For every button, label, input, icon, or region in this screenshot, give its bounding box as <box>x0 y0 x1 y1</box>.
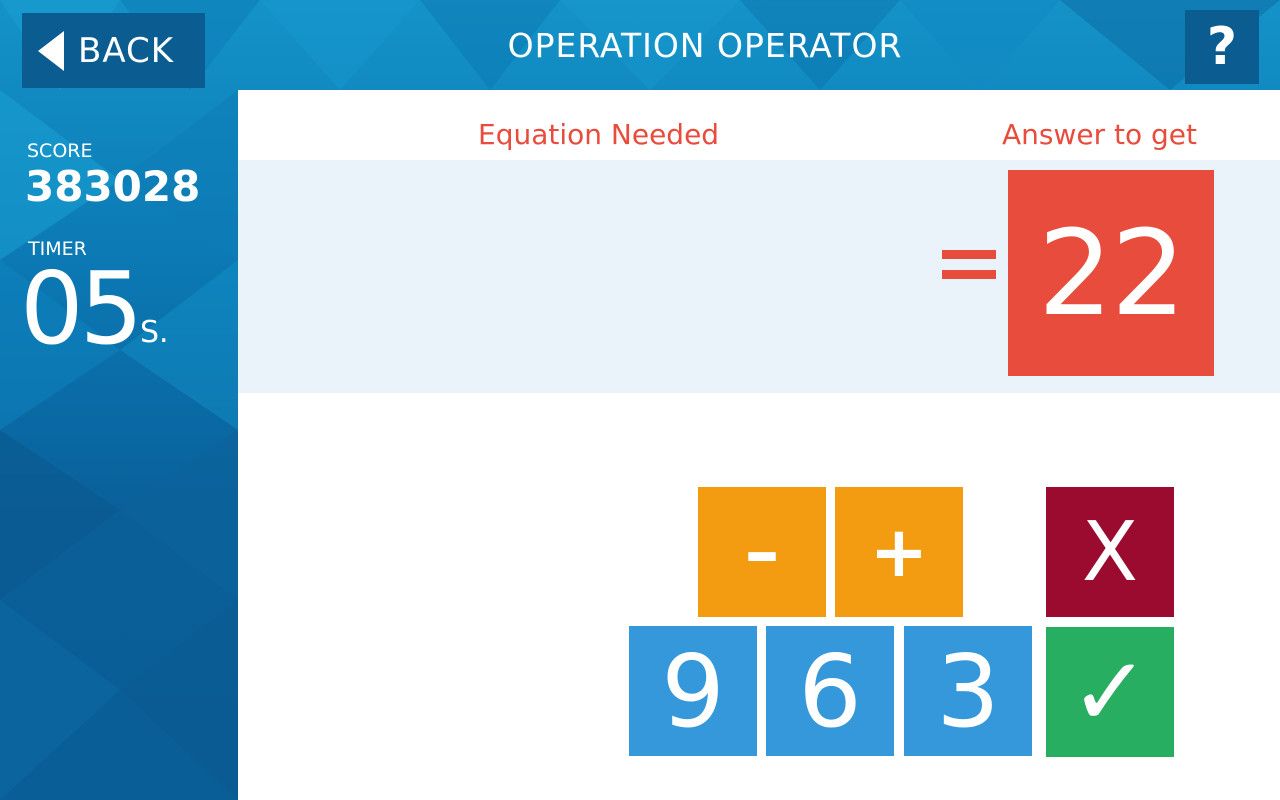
number-tile-6[interactable]: 6 <box>766 626 894 756</box>
timer-unit: S. <box>140 315 169 350</box>
target-answer-box: 22 <box>1008 170 1214 376</box>
top-bar: BACK OPERATION OPERATOR ? <box>0 0 1280 90</box>
submit-check-button[interactable]: ✓ <box>1046 627 1174 757</box>
back-label: BACK <box>78 30 175 71</box>
operator-tile-plus[interactable]: + <box>835 487 963 617</box>
clear-button[interactable]: X <box>1046 487 1174 617</box>
back-button[interactable]: BACK <box>22 13 205 88</box>
answer-header: Answer to get <box>1002 118 1198 151</box>
timer-value: 05 <box>20 250 143 367</box>
operator-tile-minus[interactable]: – <box>698 487 826 617</box>
number-tile-3[interactable]: 3 <box>904 626 1032 756</box>
equation-header: Equation Needed <box>478 118 720 151</box>
help-button[interactable]: ? <box>1185 10 1259 84</box>
number-tile-9[interactable]: 9 <box>629 626 757 756</box>
back-arrow-icon <box>38 30 64 71</box>
page-title: OPERATION OPERATOR <box>507 26 903 65</box>
equals-sign-icon <box>942 248 996 282</box>
stats-sidebar: SCORE 383028 TIMER 05 S. <box>0 90 238 800</box>
game-panel: Equation Needed Answer to get 22 – + X 9… <box>238 90 1280 800</box>
score-label: SCORE <box>27 140 93 162</box>
score-value: 383028 <box>25 162 201 211</box>
